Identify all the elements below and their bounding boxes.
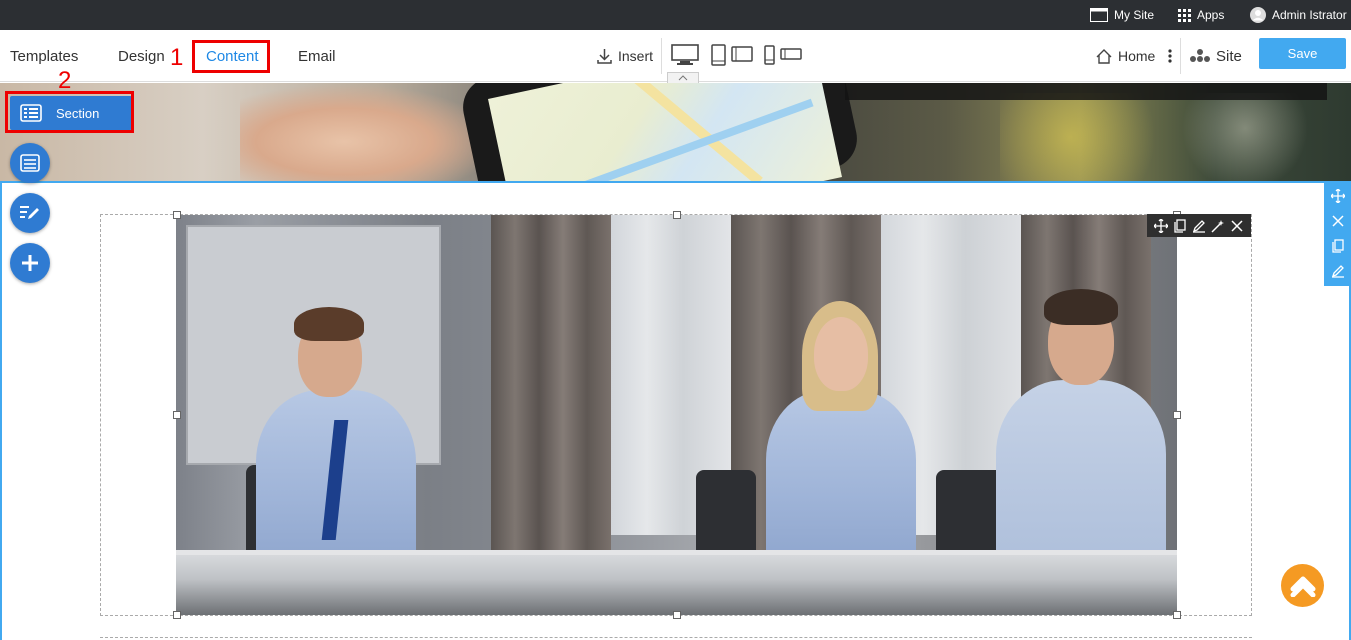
home-page-selector[interactable]: Home — [1096, 30, 1173, 82]
download-icon — [597, 49, 612, 64]
apps-link[interactable]: Apps — [1178, 0, 1224, 30]
section-close-icon[interactable] — [1329, 212, 1347, 230]
more-vertical-icon[interactable] — [1167, 49, 1173, 63]
mobile-landscape-icon[interactable] — [780, 48, 802, 60]
meeting-photo[interactable] — [176, 215, 1177, 615]
tab-email[interactable]: Email — [298, 30, 336, 82]
home-icon — [1096, 48, 1112, 64]
move-icon[interactable] — [1152, 217, 1170, 235]
mobile-portrait-icon[interactable] — [764, 45, 775, 65]
system-bar: My Site Apps Admin Istrator — [0, 0, 1351, 30]
user-name: Admin Istrator — [1272, 8, 1347, 22]
section-copy-icon[interactable] — [1329, 237, 1347, 255]
resize-handle-top-left[interactable] — [173, 211, 181, 219]
section-list-icon — [20, 154, 40, 172]
tab-design[interactable]: Design — [118, 30, 165, 82]
edit-content-icon — [20, 206, 39, 219]
annotation-step-1: 1 — [170, 44, 184, 71]
highlight-content-tab — [192, 40, 270, 73]
toolbar-divider-right — [1180, 38, 1181, 74]
desktop-icon[interactable] — [671, 44, 699, 66]
edit-icon[interactable] — [1190, 217, 1208, 235]
section-edit-icon[interactable] — [1329, 262, 1347, 280]
section-move-icon[interactable] — [1329, 187, 1347, 205]
home-label: Home — [1118, 48, 1156, 64]
resize-handle-bottom-right[interactable] — [1173, 611, 1181, 619]
resize-handle-top[interactable] — [673, 211, 681, 219]
highlight-section-button — [5, 91, 134, 133]
site-tree-icon — [1190, 49, 1210, 62]
user-menu[interactable]: Admin Istrator — [1250, 0, 1347, 30]
insert-label: Insert — [618, 48, 654, 64]
apps-grid-icon — [1178, 8, 1191, 22]
hero-banner-image — [0, 83, 1351, 181]
apps-label: Apps — [1197, 8, 1225, 22]
add-icon — [22, 255, 38, 271]
chevron-up-icon — [1290, 576, 1315, 597]
magic-wand-icon[interactable] — [1209, 217, 1227, 235]
user-avatar-icon — [1250, 7, 1266, 23]
edit-content-button[interactable] — [10, 193, 50, 233]
resize-handle-left[interactable] — [173, 411, 181, 419]
tablet-landscape-icon[interactable] — [731, 46, 753, 62]
insert-button[interactable]: Insert — [597, 30, 653, 82]
chevron-up-icon — [678, 75, 688, 81]
image-element-toolbar — [1147, 214, 1251, 237]
next-element-outline — [100, 637, 1252, 638]
section-side-toolbar — [1324, 181, 1351, 286]
section-list-button[interactable] — [10, 143, 50, 183]
resize-handle-right[interactable] — [1173, 411, 1181, 419]
toolbar-divider — [661, 38, 662, 74]
tablet-portrait-icon[interactable] — [711, 44, 726, 66]
copy-icon[interactable] — [1171, 217, 1189, 235]
my-site-link[interactable]: My Site — [1090, 0, 1154, 30]
site-menu[interactable]: Site — [1190, 30, 1242, 82]
scroll-to-top-button[interactable] — [1281, 564, 1324, 607]
add-element-button[interactable] — [10, 243, 50, 283]
browser-window-icon — [1090, 8, 1108, 22]
my-site-label: My Site — [1114, 8, 1155, 22]
collapse-toolbar-toggle[interactable] — [667, 72, 699, 83]
site-label: Site — [1216, 47, 1242, 65]
resize-handle-bottom[interactable] — [673, 611, 681, 619]
close-icon[interactable] — [1228, 217, 1246, 235]
resize-handle-bottom-left[interactable] — [173, 611, 181, 619]
save-button[interactable]: Save — [1259, 38, 1346, 69]
